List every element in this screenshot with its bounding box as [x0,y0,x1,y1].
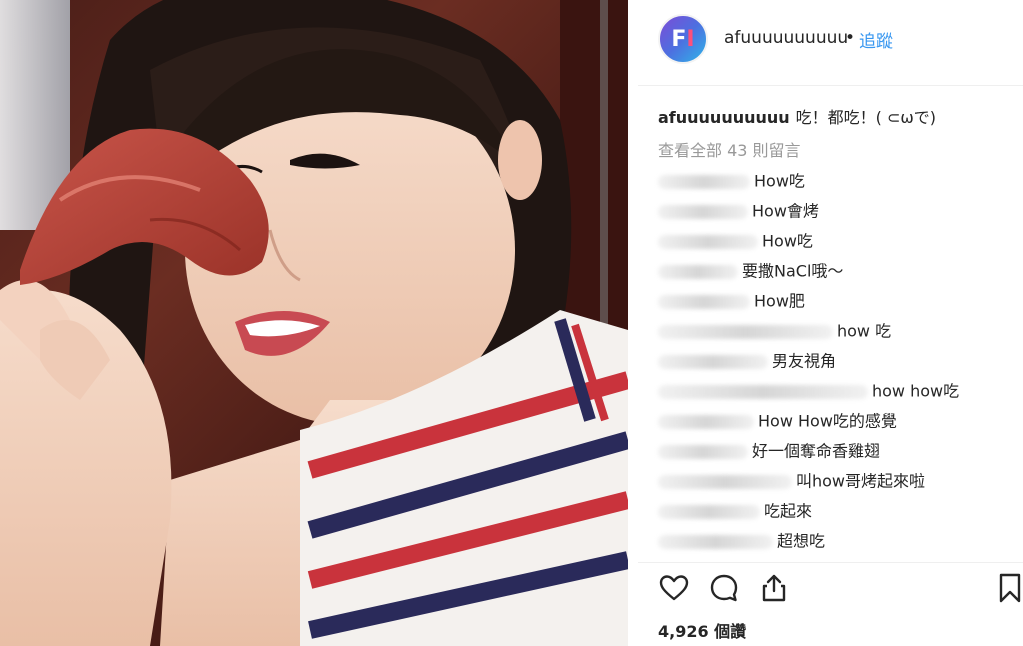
post-photo[interactable] [0,0,628,646]
comment-item: How吃 [658,168,1013,198]
view-all-comments-link[interactable]: 查看全部 43 則留言 [658,137,801,161]
redacted-username [658,264,738,279]
comment-item: How How吃的感覺 [658,408,1013,438]
comment-item: 吃起來 [658,498,1013,528]
comment-item: How吃 [658,228,1013,258]
comment-item: How肥 [658,288,1013,318]
action-bar [658,572,1021,606]
redacted-username [658,444,748,459]
comment-item: 超想吃 [658,528,1013,558]
follow-button[interactable]: 追蹤 [859,27,893,52]
redacted-username [658,504,760,519]
avatar[interactable]: FI [658,14,708,64]
bookmark-icon[interactable] [994,572,1023,604]
caption-text: 吃！都吃！( ⊂ωで) [795,108,937,127]
photo-illustration [0,0,628,646]
username-link[interactable]: afuuuuuuuuuu [724,28,848,48]
heart-icon[interactable] [658,572,690,604]
comment-item: How會烤 [658,198,1013,228]
redacted-username [658,474,792,489]
redacted-username [658,354,768,369]
comment-list: How吃 How會烤 How吃 要撒NaCl哦～ How肥 how 吃 男友視角… [658,168,1013,558]
comment-item: how how吃 [658,378,1013,408]
caption: afuuuuuuuuuu 吃！都吃！( ⊂ωで) [658,104,936,128]
redacted-username [658,384,868,399]
redacted-username [658,414,754,429]
comment-item: 要撒NaCl哦～ [658,258,1013,288]
comment-icon[interactable] [708,572,740,604]
comment-item: 叫how哥烤起來啦 [658,468,1013,498]
separator-dot: • [845,28,856,48]
redacted-username [658,174,750,189]
post-header: FI afuuuuuuuuuu • 追蹤 [638,0,1023,86]
comment-item: 好一個奪命香雞翅 [658,438,1013,468]
redacted-username [658,204,748,219]
share-icon[interactable] [758,572,790,604]
divider [638,562,1023,563]
redacted-username [658,534,773,549]
comment-item: how 吃 [658,318,1013,348]
post-side-panel: FI afuuuuuuuuuu • 追蹤 afuuuuuuuuuu 吃！都吃！( … [638,0,1023,646]
likes-count[interactable]: 4,926 個讚 [658,618,746,642]
redacted-username [658,324,833,339]
comment-item: 男友視角 [658,348,1013,378]
redacted-username [658,234,758,249]
caption-username[interactable]: afuuuuuuuuuu [658,108,790,127]
redacted-username [658,294,750,309]
